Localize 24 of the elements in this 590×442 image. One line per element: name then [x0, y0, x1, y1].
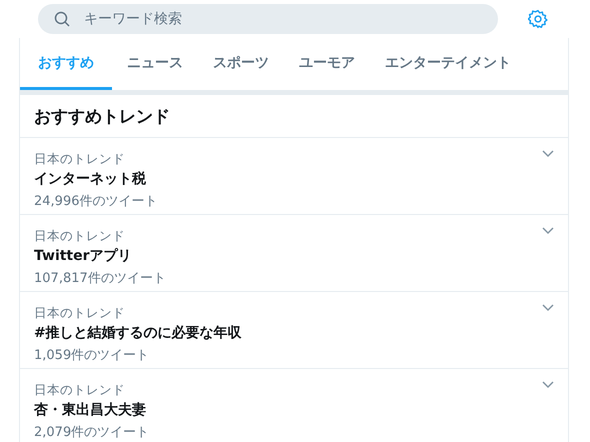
trend-context: 日本のトレンド [34, 227, 125, 245]
chevron-down-icon[interactable] [542, 304, 554, 312]
tweet-count: 2,079件のツイート [34, 424, 150, 442]
settings-icon[interactable] [528, 9, 548, 29]
tab[interactable]: エンターテイメント [370, 38, 526, 90]
tab[interactable]: スポーツ [198, 38, 284, 90]
search-field[interactable]: キーワード検索 [38, 4, 498, 34]
section-title: おすすめトレンド [34, 106, 170, 128]
tab[interactable]: ユーモア [284, 38, 370, 90]
trend-name[interactable]: Twitterアプリ [34, 246, 132, 267]
tab[interactable]: ニュース [112, 38, 198, 90]
trend-name[interactable]: 杏・東出昌大夫妻 [34, 400, 146, 421]
trend-name[interactable]: #推しと結婚するのに必要な年収 [34, 323, 242, 344]
tweet-count: 1,059件のツイート [34, 347, 150, 365]
trend-context: 日本のトレンド [34, 381, 125, 399]
chevron-down-icon[interactable] [542, 381, 554, 389]
trend-name[interactable]: インターネット税 [34, 169, 146, 190]
chevron-down-icon[interactable] [542, 227, 554, 235]
tweet-count: 24,996件のツイート [34, 193, 158, 211]
tweet-count: 107,817件のツイート [34, 270, 166, 288]
tab[interactable]: おすすめ [20, 38, 112, 90]
trend-context: 日本のトレンド [34, 150, 125, 168]
chevron-down-icon[interactable] [542, 150, 554, 158]
trend-context: 日本のトレンド [34, 304, 125, 322]
